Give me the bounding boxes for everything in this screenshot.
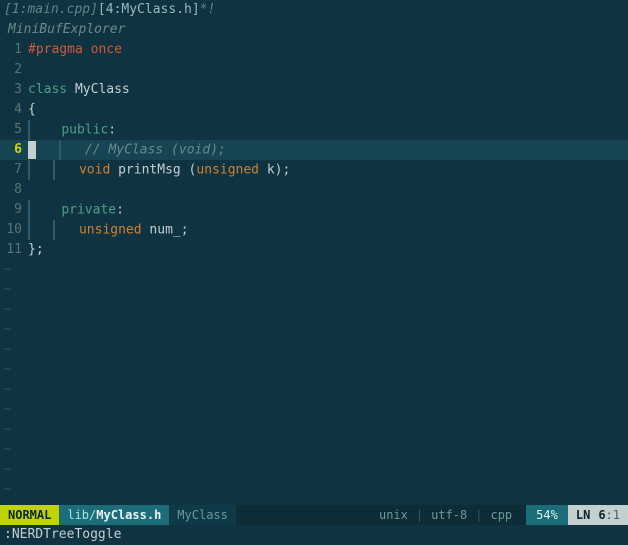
- brace-open: {: [28, 102, 36, 117]
- access-private: private: [61, 202, 116, 217]
- code-line[interactable]: 9 private:: [0, 200, 628, 220]
- file-path: lib/MyClass.h: [59, 505, 169, 525]
- file-encoding: utf-8: [425, 505, 473, 525]
- code-line[interactable]: 3 class MyClass: [0, 80, 628, 100]
- code-line[interactable]: 4 {: [0, 100, 628, 120]
- member-name: num_: [149, 222, 180, 237]
- line-number: 10: [0, 220, 28, 240]
- line-number: 3: [0, 80, 28, 100]
- code-line[interactable]: 5 public:: [0, 120, 628, 140]
- class-keyword: class: [28, 82, 67, 97]
- code-line[interactable]: 1 #pragma once: [0, 40, 628, 60]
- fn-name: printMsg: [118, 162, 181, 177]
- command-line[interactable]: :NERDTreeToggle: [0, 525, 628, 545]
- line-number: 7: [0, 160, 28, 180]
- empty-line-marker: ~: [0, 260, 628, 280]
- tab-modified-marker: *!: [200, 2, 216, 17]
- statusline-spacer: [236, 505, 365, 525]
- code-line-current[interactable]: 6 // MyClass (void);: [0, 140, 628, 160]
- empty-line-marker: ~: [0, 420, 628, 440]
- line-number: 9: [0, 200, 28, 220]
- line-number-current: 6: [0, 140, 28, 160]
- access-public: public: [61, 122, 108, 137]
- line-number: 11: [0, 240, 28, 260]
- minibuf-explorer-label: MiniBufExplorer: [0, 20, 628, 40]
- empty-line-marker: ~: [0, 460, 628, 480]
- statusline: NORMAL lib/MyClass.h MyClass unix| utf-8…: [0, 505, 628, 525]
- code-line[interactable]: 11 };: [0, 240, 628, 260]
- tab-main-cpp[interactable]: [1:main.cpp]: [4, 2, 98, 17]
- empty-line-marker: ~: [0, 320, 628, 340]
- cursor: [28, 141, 36, 159]
- empty-line-marker: ~: [0, 400, 628, 420]
- class-name: MyClass: [75, 82, 130, 97]
- file-info: unix| utf-8| cpp: [365, 505, 526, 525]
- brace-close: };: [28, 242, 44, 257]
- scroll-percent: 54%: [526, 505, 568, 525]
- code-line[interactable]: 10 unsigned num_;: [0, 220, 628, 240]
- pragma-keyword: #pragma: [28, 42, 83, 57]
- type-unsigned: unsigned: [196, 162, 259, 177]
- code-area[interactable]: 1 #pragma once 2 3 class MyClass 4 { 5 p…: [0, 40, 628, 500]
- tag-name: MyClass: [169, 505, 236, 525]
- mode-indicator: NORMAL: [0, 505, 59, 525]
- editor-window: { "tabs": { "inactive": "[1:main.cpp]", …: [0, 0, 628, 545]
- empty-lines: ~~~~~~~~~~~~: [0, 260, 628, 500]
- code-line[interactable]: 7 void printMsg (unsigned k);: [0, 160, 628, 180]
- empty-line-marker: ~: [0, 380, 628, 400]
- code-line[interactable]: 8: [0, 180, 628, 200]
- comment: // MyClass (void);: [85, 142, 226, 157]
- line-number: 4: [0, 100, 28, 120]
- ln-label: LN: [568, 505, 598, 525]
- line-number: 5: [0, 120, 28, 140]
- type-void: void: [79, 162, 110, 177]
- line-number: 2: [0, 60, 28, 80]
- empty-line-marker: ~: [0, 360, 628, 380]
- empty-line-marker: ~: [0, 340, 628, 360]
- arg-name: k: [267, 162, 275, 177]
- empty-line-marker: ~: [0, 480, 628, 500]
- pragma-arg: once: [83, 42, 122, 57]
- tab-myclass-h[interactable]: [4:MyClass.h]: [98, 2, 200, 17]
- line-number: 1: [0, 40, 28, 60]
- type-unsigned: unsigned: [79, 222, 142, 237]
- empty-line-marker: ~: [0, 300, 628, 320]
- file-format: unix: [373, 505, 414, 525]
- code-line[interactable]: 2: [0, 60, 628, 80]
- empty-line-marker: ~: [0, 440, 628, 460]
- tab-bar[interactable]: [1:main.cpp][4:MyClass.h]*!: [0, 0, 628, 20]
- file-type: cpp: [484, 505, 518, 525]
- empty-line-marker: ~: [0, 280, 628, 300]
- cursor-position: 6:1: [598, 505, 628, 525]
- line-number: 8: [0, 180, 28, 200]
